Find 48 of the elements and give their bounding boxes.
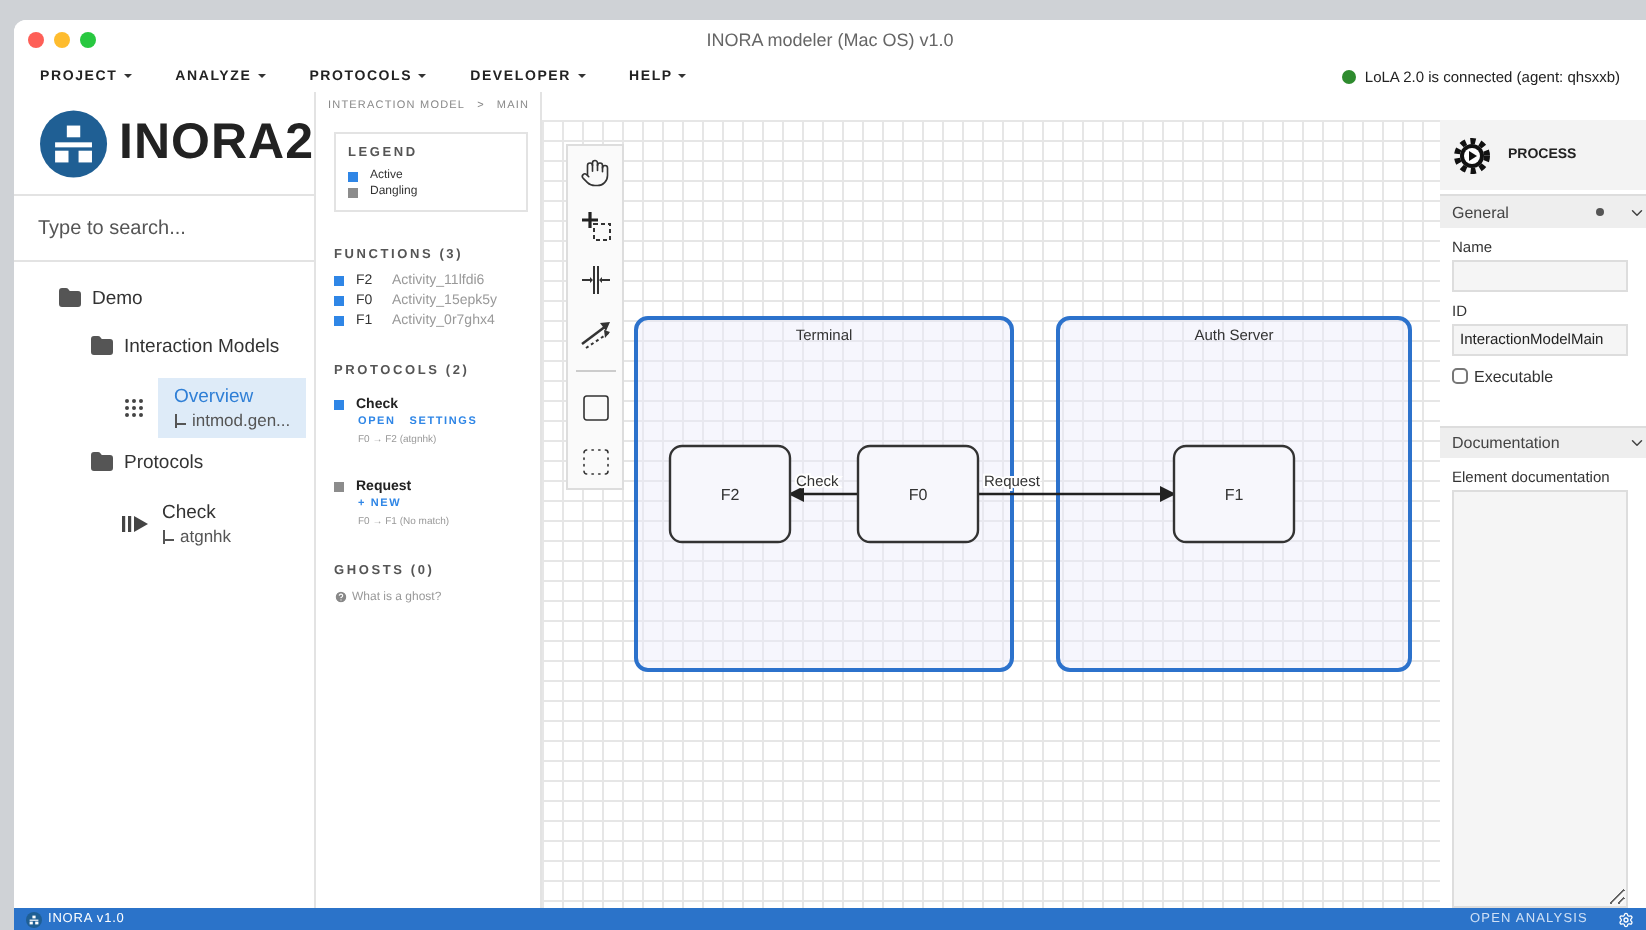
dashed-rectangle-tool-icon <box>579 446 611 478</box>
tree-item[interactable]: Check atgnhk <box>162 494 232 554</box>
lasso-tool-icon <box>579 210 611 242</box>
folder-icon <box>90 334 114 358</box>
logo-text: INORA2 <box>119 114 314 172</box>
tool-button[interactable] <box>577 316 613 352</box>
play-icon <box>122 514 150 534</box>
pool-frame[interactable] <box>1056 316 1412 672</box>
logo-icon <box>40 105 108 181</box>
function-node[interactable] <box>668 444 792 544</box>
checkbox[interactable] <box>1452 368 1468 385</box>
rectangle-tool-icon <box>579 392 611 424</box>
tree-item[interactable]: Demo <box>58 274 143 322</box>
edge-arrow[interactable] <box>978 486 1176 502</box>
name-field[interactable] <box>1452 260 1628 292</box>
function-node[interactable] <box>1172 444 1296 544</box>
section-header[interactable]: General <box>1440 194 1646 229</box>
tool-button[interactable] <box>577 444 613 480</box>
node-label: F2 <box>720 486 740 504</box>
documentation-field[interactable] <box>1452 490 1628 908</box>
tree-item[interactable]: Protocols <box>90 438 204 486</box>
space-tool-icon <box>579 264 611 296</box>
node-label: F1 <box>1224 486 1244 504</box>
folder-icon <box>90 450 114 474</box>
function-node[interactable] <box>856 444 980 544</box>
logo-icon <box>26 911 42 927</box>
tool-button[interactable] <box>577 208 613 244</box>
tool-button[interactable] <box>577 390 613 426</box>
process-gear-icon <box>1452 135 1492 176</box>
close-icon[interactable] <box>28 32 44 48</box>
section-header[interactable]: Documentation <box>1440 425 1646 459</box>
connect-tool-icon <box>579 318 611 350</box>
hand-tool-icon <box>580 157 610 187</box>
settings-icon[interactable] <box>1618 911 1634 927</box>
tool-button[interactable] <box>577 154 613 190</box>
edge-arrow[interactable] <box>788 486 858 502</box>
tool-button[interactable] <box>577 262 613 298</box>
changed-dot <box>1596 208 1604 217</box>
tree-item[interactable]: Interaction Models <box>90 322 280 370</box>
branch-icon <box>162 529 176 543</box>
folder-icon <box>58 286 82 310</box>
window-title: INORA modeler (Mac OS) v1.0 <box>706 30 954 50</box>
checkbox-label: Executable <box>1474 367 1554 386</box>
node-label: F0 <box>908 486 928 504</box>
tree-item[interactable]: Overview intmod.gen... <box>158 378 307 438</box>
help-icon <box>334 590 348 604</box>
branch-icon <box>174 413 188 427</box>
grid-icon <box>122 396 146 420</box>
